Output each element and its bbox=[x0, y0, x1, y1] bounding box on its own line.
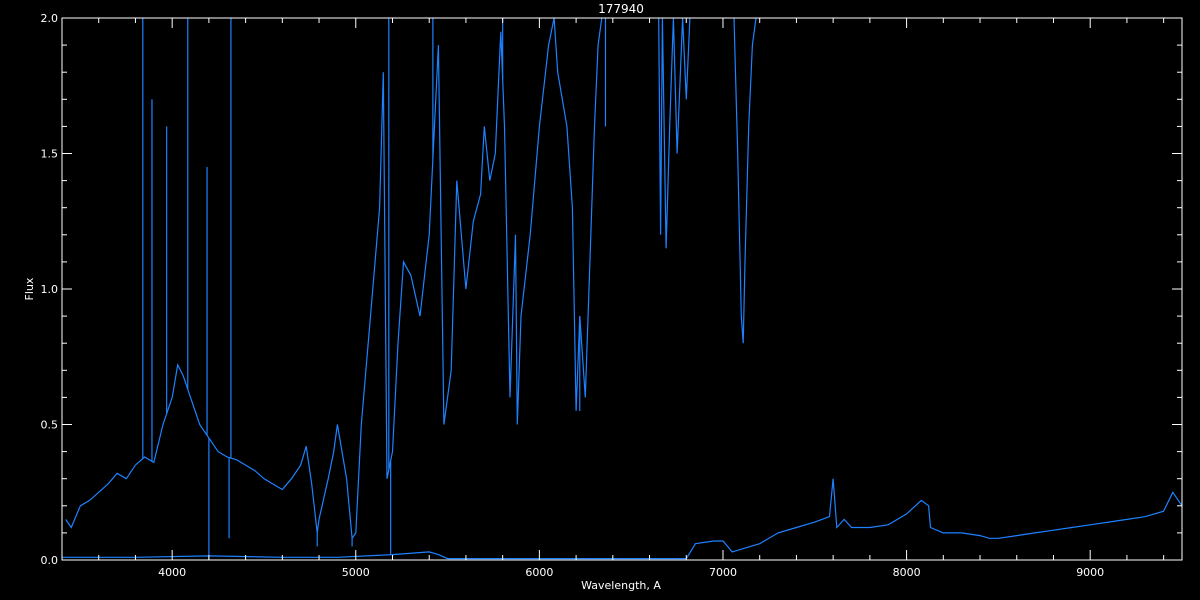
y-tick-label: 0.0 bbox=[41, 554, 59, 567]
y-tick-label: 0.5 bbox=[41, 419, 59, 432]
x-tick-label: 6000 bbox=[525, 566, 553, 579]
chart-title: 177940 bbox=[598, 2, 644, 16]
y-tick-label: 1.5 bbox=[41, 148, 59, 161]
y-axis-title: Flux bbox=[23, 277, 36, 300]
y-tick-label: 2.0 bbox=[41, 12, 59, 25]
y-tick-label: 1.0 bbox=[41, 283, 59, 296]
series-layer bbox=[62, 17, 1183, 560]
x-tick-label: 8000 bbox=[893, 566, 921, 579]
x-tick-label: 4000 bbox=[158, 566, 186, 579]
upper-segment-2 bbox=[733, 17, 757, 344]
x-tick-label: 5000 bbox=[342, 566, 370, 579]
series-line-1 bbox=[65, 17, 603, 541]
x-tick-label: 9000 bbox=[1076, 566, 1104, 579]
axis-layer: 4000 5000 6000 7000 8000 9000 0.0 0.5 1.0 1.5 2.0 bbox=[41, 12, 1183, 579]
series-line-2 bbox=[62, 478, 1183, 560]
upper-segment-1 bbox=[658, 17, 691, 249]
x-tick-label: 7000 bbox=[709, 566, 737, 579]
spectrum-chart: 177940 Wavelength, A Flux 4000 5000 6000 70… bbox=[0, 0, 1200, 600]
x-axis-title: Wavelength, A bbox=[581, 579, 661, 592]
plot-frame bbox=[61, 17, 1183, 561]
